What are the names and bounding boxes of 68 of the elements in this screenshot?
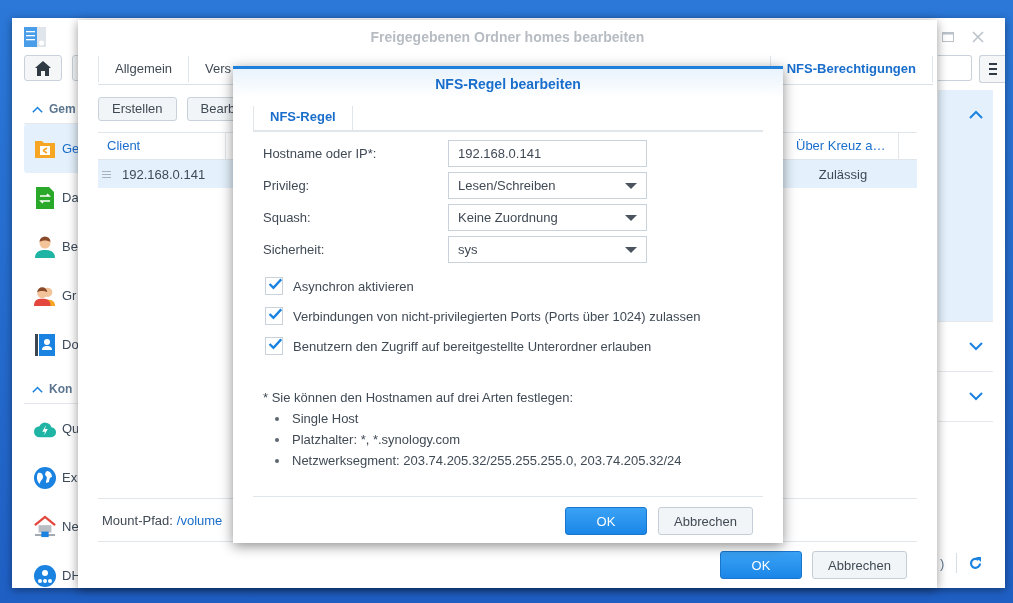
refresh-icon[interactable] xyxy=(969,556,983,570)
bullet-icon xyxy=(275,437,279,442)
user-icon xyxy=(34,235,56,258)
sidebar-item[interactable]: Gr xyxy=(24,271,90,320)
window-title: Freigegebenen Ordner homes bearbeiten xyxy=(369,28,646,47)
field-label: Squash: xyxy=(263,210,312,225)
dropdown[interactable]: Keine Zuordnung xyxy=(448,204,647,231)
expand-icon[interactable] xyxy=(968,342,983,351)
cancel-button[interactable]: Abbrechen xyxy=(812,551,907,579)
status-text: ) xyxy=(940,555,945,571)
dropdown[interactable]: sys xyxy=(448,236,647,263)
file-arrows-icon xyxy=(36,186,54,209)
menu-button[interactable] xyxy=(979,55,1005,83)
expand-icon[interactable] xyxy=(968,392,983,401)
checkbox-label[interactable]: Asynchron aktivieren xyxy=(293,278,414,294)
column-header[interactable]: Client xyxy=(98,133,226,159)
home-icon xyxy=(35,60,51,76)
house-network-icon xyxy=(34,514,56,539)
sidebar-item[interactable]: Ex xyxy=(24,453,90,502)
caret-icon xyxy=(625,246,637,253)
checkbox[interactable] xyxy=(265,337,283,355)
sidebar-item[interactable]: Ne xyxy=(24,502,90,551)
maximize-icon[interactable] xyxy=(942,31,954,42)
dropdown[interactable]: Lesen/Schreiben xyxy=(448,172,647,199)
checkbox[interactable] xyxy=(265,307,283,325)
section-header: Gem xyxy=(49,102,76,116)
sidebar-item[interactable]: Qu xyxy=(24,404,90,453)
field-label: Privileg: xyxy=(263,178,311,193)
field-label: Hostname oder IP*: xyxy=(263,146,378,161)
column-header[interactable]: Über Kreuz a… xyxy=(787,133,899,159)
field-label: Sicherheit: xyxy=(263,242,326,257)
input-field[interactable]: 192.168.0.141 xyxy=(448,140,647,167)
group-icon xyxy=(34,284,56,307)
toolbar-button[interactable]: Erstellen xyxy=(98,97,177,121)
sidebar-item[interactable]: Do xyxy=(24,320,90,369)
menu-icon xyxy=(988,63,997,75)
app-icon xyxy=(24,25,46,48)
sidebar-item[interactable]: Da xyxy=(24,173,90,222)
contact-book-icon xyxy=(35,333,55,356)
collapse-icon[interactable] xyxy=(32,105,43,113)
dialog-title: NFS-Regel bearbeiten xyxy=(233,69,783,98)
caret-icon xyxy=(625,182,637,189)
collapse-icon[interactable] xyxy=(32,385,43,393)
list-item: Netzwerksegment: 203.74.205.32/255.255.255.0, 203.74.205.32/24 xyxy=(292,453,682,468)
checkbox[interactable] xyxy=(265,277,283,295)
mount-path-label: Mount-Pfad: xyxy=(102,512,173,528)
list-item: Single Host xyxy=(292,411,359,426)
drag-handle-icon[interactable] xyxy=(102,170,111,178)
cancel-button[interactable]: Abbrechen xyxy=(658,507,753,535)
shared-folder-icon xyxy=(34,138,56,159)
home-button[interactable] xyxy=(24,55,62,81)
sidebar-item[interactable]: Be xyxy=(24,222,90,271)
mount-path-link[interactable]: /volume xyxy=(176,512,223,528)
checkbox-label[interactable]: Verbindungen von nicht-privilegierten Ports (Ports über 1024) zulassen xyxy=(293,308,701,324)
tab[interactable]: NFS-Regel xyxy=(253,106,353,130)
section-header: Kon xyxy=(49,382,73,396)
bullet-icon xyxy=(275,458,279,463)
table-cell-text: Zulässig xyxy=(817,166,869,182)
list-item: Platzhalter: *, *.synology.com xyxy=(292,432,461,447)
globe-icon xyxy=(34,466,56,489)
bullet-icon xyxy=(275,416,279,421)
caret-icon xyxy=(625,214,637,221)
tab[interactable]: Allgemein xyxy=(98,56,189,82)
checkbox-label[interactable]: Benutzern den Zugriff auf bereitgestellte Unterordner erlauben xyxy=(293,338,652,354)
table-cell-text: 192.168.0.141 xyxy=(122,166,207,182)
search-field[interactable] xyxy=(938,55,973,81)
hint-text: * Sie können den Hostnamen auf drei Arten festlegen: xyxy=(263,390,575,405)
collapse-icon[interactable] xyxy=(968,110,983,119)
